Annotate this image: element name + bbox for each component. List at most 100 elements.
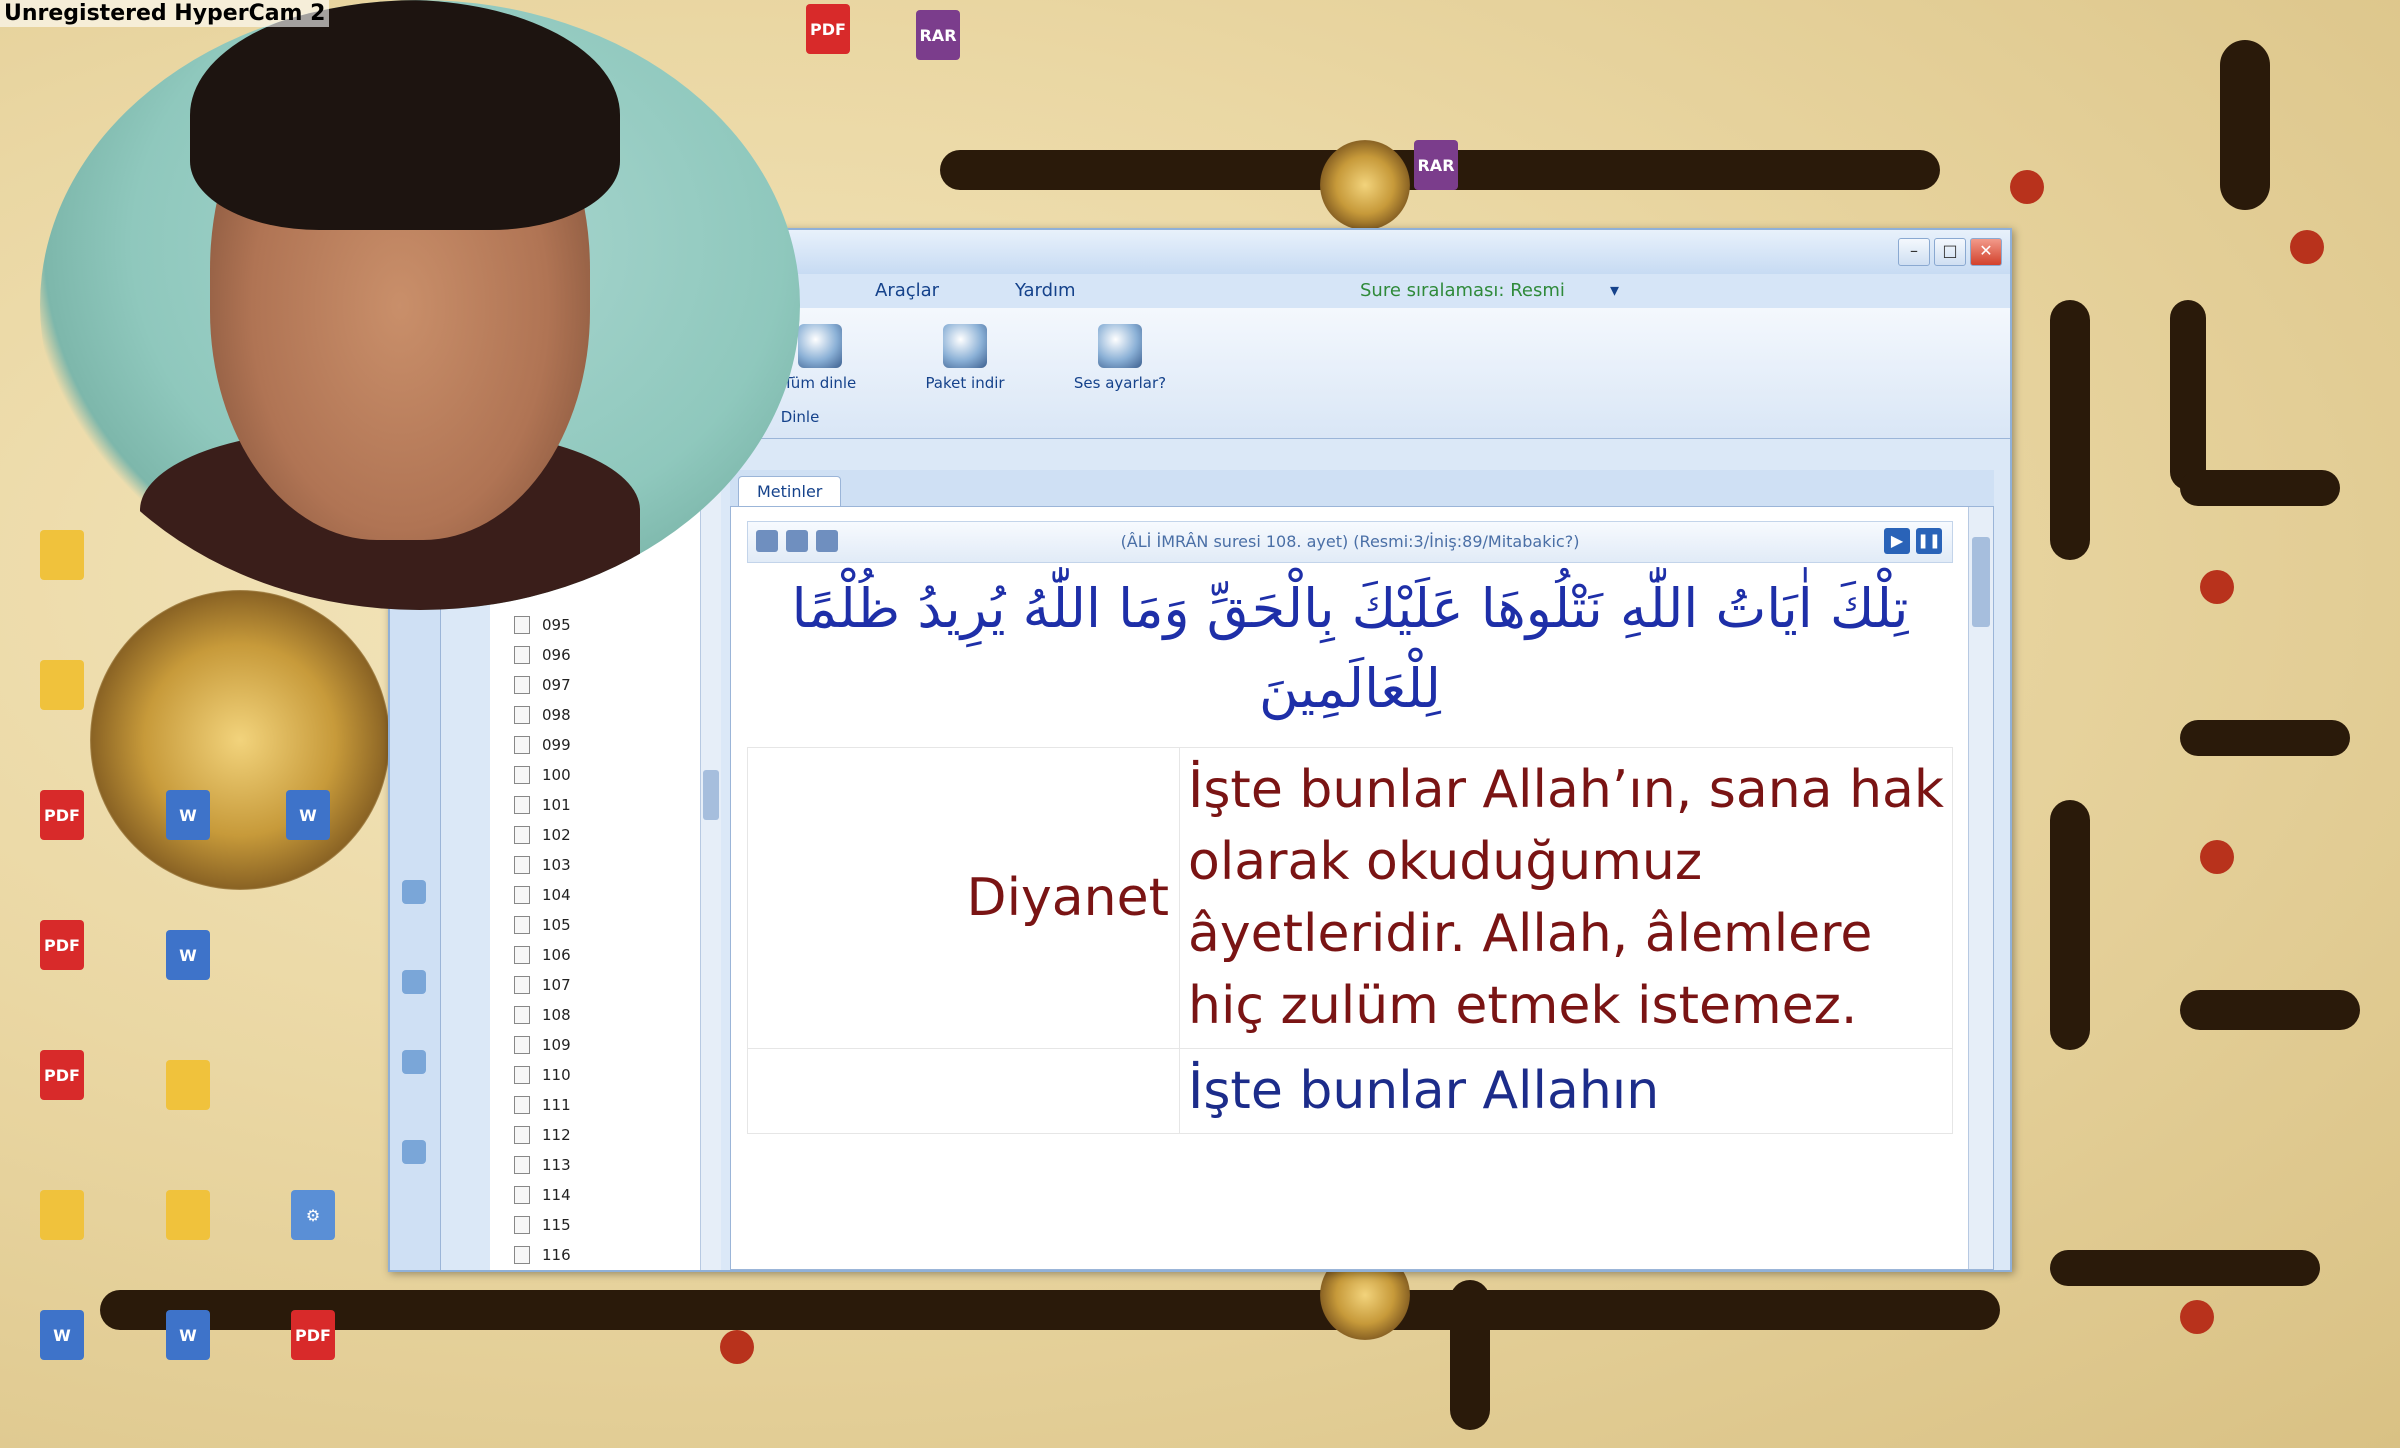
translation-table: Diyanet İşte bunlar Allah’ın, sana hak o… xyxy=(747,747,1953,1134)
verse-toolbar: (ÂLİ İMRÂN suresi 108. ayet) (Resmi:3/İn… xyxy=(747,521,1953,563)
list-item[interactable]: 100 xyxy=(490,760,710,790)
page-icon xyxy=(514,1186,530,1204)
list-item[interactable]: 103 xyxy=(490,850,710,880)
list-item[interactable]: 098 xyxy=(490,700,710,730)
desktop-icon-doc[interactable]: W xyxy=(140,930,236,984)
list-scrollbar[interactable] xyxy=(700,390,721,1270)
list-item[interactable]: 101 xyxy=(490,790,710,820)
sure-order-dropdown[interactable]: Sure sıralaması: Resmi xyxy=(1360,280,1565,301)
list-item-label: 108 xyxy=(542,1006,571,1024)
page-icon xyxy=(514,796,530,814)
list-item-label: 114 xyxy=(542,1186,571,1204)
list-item-label: 102 xyxy=(542,826,571,844)
list-item[interactable]: 104 xyxy=(490,880,710,910)
minimize-button[interactable]: – xyxy=(1898,238,1930,266)
text-scrollbar[interactable] xyxy=(1968,507,1993,1269)
list-item[interactable]: 102 xyxy=(490,820,710,850)
maximize-button[interactable]: □ xyxy=(1934,238,1966,266)
list-item[interactable]: 097 xyxy=(490,670,710,700)
desktop-icon-doc[interactable]: W xyxy=(140,790,236,844)
list-scroll-thumb[interactable] xyxy=(703,770,719,820)
play-button[interactable]: ▶ xyxy=(1884,528,1910,554)
desktop-icon-pdf[interactable]: PDF xyxy=(14,920,110,974)
tab-metinler[interactable]: Metinler xyxy=(738,476,842,507)
list-item[interactable]: 095 xyxy=(490,610,710,640)
recorder-watermark: Unregistered HyperCam 2 xyxy=(0,0,330,27)
page-icon xyxy=(514,1036,530,1054)
nav-icon[interactable] xyxy=(402,1140,426,1164)
page-icon xyxy=(514,1126,530,1144)
desktop-icon-rar[interactable]: RAR xyxy=(1388,140,1484,194)
list-item[interactable]: 111 xyxy=(490,1090,710,1120)
page-icon xyxy=(514,616,530,634)
list-item[interactable]: 107 xyxy=(490,970,710,1000)
page-icon xyxy=(514,706,530,724)
page-icon xyxy=(514,856,530,874)
sound-settings-button[interactable]: Ses ayarlar? xyxy=(1050,318,1190,408)
list-item[interactable]: 109 xyxy=(490,1030,710,1060)
desktop-icon-pdf[interactable]: PDF xyxy=(780,4,876,58)
list-item-label: 095 xyxy=(542,616,571,634)
list-item[interactable]: 112 xyxy=(490,1120,710,1150)
desktop-icon-folder[interactable] xyxy=(14,660,110,714)
list-item[interactable]: 105 xyxy=(490,910,710,940)
text-scroll-thumb[interactable] xyxy=(1972,537,1990,627)
list-item[interactable]: 114 xyxy=(490,1180,710,1210)
menu-yardim[interactable]: Yardım xyxy=(1015,280,1076,301)
list-item[interactable]: 096 xyxy=(490,640,710,670)
pause-button[interactable]: ❚❚ xyxy=(1916,528,1942,554)
desktop-icon-app[interactable]: ⚙ xyxy=(265,1190,361,1244)
page-icon xyxy=(514,916,530,934)
desktop-icon-doc[interactable]: W xyxy=(260,790,356,844)
list-item-label: 104 xyxy=(542,886,571,904)
list-item[interactable]: 113 xyxy=(490,1150,710,1180)
close-button[interactable]: ✕ xyxy=(1970,238,2002,266)
list-item-label: 106 xyxy=(542,946,571,964)
desktop-icon-folder[interactable] xyxy=(140,1060,236,1114)
list-item-label: 101 xyxy=(542,796,571,814)
menu-araclar[interactable]: Araçlar xyxy=(875,280,939,301)
translation-source-empty xyxy=(747,1048,1180,1134)
red-dot xyxy=(2180,1300,2214,1334)
chevron-down-icon[interactable]: ▾ xyxy=(1610,280,1619,301)
page-icon xyxy=(514,1216,530,1234)
list-item[interactable]: 115 xyxy=(490,1210,710,1240)
page-icon xyxy=(514,736,530,754)
red-dot xyxy=(720,1330,754,1364)
table-row: İşte bunlar Allahın xyxy=(747,1048,1953,1134)
list-item[interactable]: 116 xyxy=(490,1240,710,1270)
list-item[interactable]: 106 xyxy=(490,940,710,970)
desktop-icon-folder[interactable] xyxy=(14,1190,110,1244)
webcam-person-hair xyxy=(190,0,620,230)
verse-reference: (ÂLİ İMRÂN suresi 108. ayet) (Resmi:3/İn… xyxy=(1120,532,1580,551)
page-icon xyxy=(514,1156,530,1174)
list-item[interactable]: 110 xyxy=(490,1060,710,1090)
page-icon xyxy=(514,826,530,844)
desktop-icon-pdf[interactable]: PDF xyxy=(265,1310,361,1364)
verse-list-rows: 095 096 097 098 099 100 101 102 103 104 105 106 107 1… xyxy=(490,610,710,1270)
list-item-label: 103 xyxy=(542,856,571,874)
desktop-icon-folder[interactable] xyxy=(14,530,110,584)
calligraphy-stroke xyxy=(2180,990,2360,1030)
list-item[interactable]: 108 xyxy=(490,1000,710,1030)
nav-icon[interactable] xyxy=(402,970,426,994)
page-icon xyxy=(514,1066,530,1084)
list-item-label: 096 xyxy=(542,646,571,664)
nav-icon[interactable] xyxy=(402,880,426,904)
calligraphy-stroke xyxy=(2050,800,2090,1050)
desktop-icon-folder[interactable] xyxy=(140,1190,236,1244)
arabic-verse: تِلْكَ اٰيَاتُ اللّٰهِ نَتْلُوهَا عَلَيْ… xyxy=(791,577,1909,720)
nav-icon[interactable] xyxy=(402,1050,426,1074)
list-item-label: 111 xyxy=(542,1096,571,1114)
desktop-icon-pdf[interactable]: PDF xyxy=(14,790,110,844)
desktop-icon-rar[interactable]: RAR xyxy=(890,10,986,64)
calligraphy-stroke xyxy=(2170,300,2206,490)
desktop-icon-doc[interactable]: W xyxy=(140,1310,236,1364)
desktop-icon-pdf[interactable]: PDF xyxy=(14,1050,110,1104)
list-item[interactable]: 099 xyxy=(490,730,710,760)
list-item-label: 100 xyxy=(542,766,571,784)
desktop-icon-doc[interactable]: W xyxy=(14,1310,110,1364)
page-icon xyxy=(514,976,530,994)
page-icon xyxy=(514,646,530,664)
download-package-button[interactable]: Paket indir xyxy=(895,318,1035,408)
